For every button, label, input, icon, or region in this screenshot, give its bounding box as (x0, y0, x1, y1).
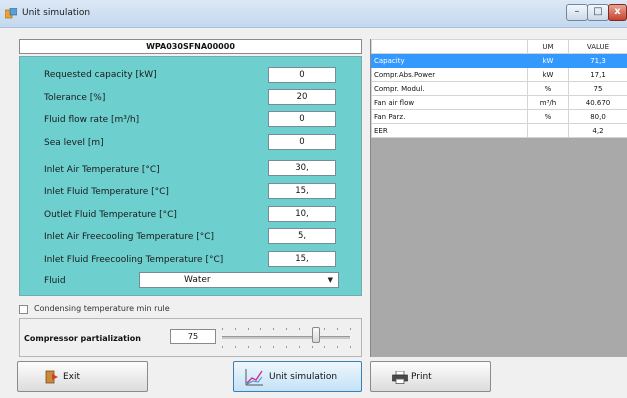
slider-tick (247, 328, 249, 330)
result-um: kW (527, 53, 569, 68)
results-header-row: UM VALUE (371, 39, 627, 54)
condensing-rule-label: Condensing temperature min rule (34, 304, 170, 313)
result-name: Fan air flow (371, 95, 528, 110)
fluid-selected-value: Water (184, 275, 211, 285)
result-value: 4,2 (568, 123, 627, 138)
close-button[interactable]: x (608, 4, 627, 21)
printer-icon (392, 371, 408, 384)
fluid-flow-rate-label: Fluid flow rate [m³/h] (44, 115, 140, 125)
minimize-button[interactable]: – (566, 4, 588, 21)
inlet-air-temperature-input[interactable]: 30, (268, 160, 336, 176)
inlet-fluid-freecooling-temperature-label: Inlet Fluid Freecooling Temperature [°C] (44, 255, 224, 265)
slider-tick (286, 328, 287, 330)
slider-tick (234, 328, 236, 330)
inlet-fluid-temperature-input[interactable]: 15, (268, 183, 336, 199)
title-bar: Unit simulation – □ x (0, 0, 627, 28)
slider-tick (298, 328, 300, 330)
outlet-fluid-temperature-input[interactable]: 10, (268, 206, 336, 222)
table-row[interactable]: Compr.Abs.Power kW 17,1 (371, 67, 627, 82)
slider-tick (311, 346, 313, 348)
slider-tick (324, 346, 326, 348)
slider-tick (247, 346, 249, 348)
slider-tick (298, 346, 300, 348)
slider-tick (286, 346, 287, 348)
compressor-partialization-input[interactable]: 75 (170, 329, 216, 344)
slider-tick (350, 328, 351, 330)
slider-tick (337, 346, 339, 348)
results-header-um: UM (527, 39, 569, 54)
result-um: m³/h (527, 95, 569, 110)
slider-tick (234, 346, 236, 348)
result-um: kW (527, 67, 569, 82)
slider-tick (324, 328, 326, 330)
inlet-air-freecooling-temperature-label: Inlet Air Freecooling Temperature [°C] (44, 232, 215, 242)
requested-capacity-input[interactable]: 0 (268, 67, 336, 83)
result-value: 17,1 (568, 67, 627, 82)
slider-tick (222, 346, 223, 348)
requested-capacity-label: Requested capacity [kW] (44, 70, 157, 80)
table-row[interactable]: Fan air flow m³/h 40.670 (371, 95, 627, 110)
window-title: Unit simulation (22, 8, 91, 18)
results-table: UM VALUE Capacity kW 71,3 Compr.Abs.Powe… (371, 39, 627, 138)
condensing-rule-checkbox[interactable] (19, 305, 28, 314)
tolerance-input[interactable]: 20 (268, 89, 336, 105)
tolerance-label: Tolerance [%] (44, 93, 106, 103)
result-name: Compr.Abs.Power (371, 67, 528, 82)
sea-level-input[interactable]: 0 (268, 134, 336, 150)
table-row[interactable]: Fan Parz. % 80,0 (371, 109, 627, 124)
parameters-panel: Requested capacity [kW] 0 Tolerance [%] … (19, 56, 362, 296)
result-value: 71,3 (568, 53, 627, 68)
slider-tick (222, 328, 223, 330)
unit-simulation-button-label: Unit simulation (269, 372, 338, 382)
slider-tick (260, 346, 262, 348)
compressor-partialization-group: Compressor partialization 75 (19, 318, 362, 357)
results-header-name (371, 39, 528, 54)
maximize-button[interactable]: □ (587, 4, 609, 21)
fluid-select[interactable]: Water ▼ (139, 272, 339, 288)
results-header-value: VALUE (568, 39, 627, 54)
table-row[interactable]: Compr. Modul. % 75 (371, 81, 627, 96)
exit-button-label: Exit (63, 372, 81, 382)
compressor-partialization-label: Compressor partialization (24, 334, 141, 343)
unit-simulation-button[interactable]: Unit simulation (233, 361, 362, 392)
sea-level-label: Sea level [m] (44, 138, 104, 148)
chart-icon (245, 369, 263, 386)
result-um: % (527, 81, 569, 96)
result-name: Fan Parz. (371, 109, 528, 124)
model-code: WPA030SFNA00000 (19, 39, 362, 54)
result-value: 40.670 (568, 95, 627, 110)
slider-tick (260, 328, 262, 330)
result-name: Compr. Modul. (371, 81, 528, 96)
table-row[interactable]: Capacity kW 71,3 (371, 53, 627, 68)
print-button[interactable]: Print (370, 361, 491, 392)
compressor-slider-track[interactable] (222, 336, 350, 339)
inlet-fluid-temperature-label: Inlet Fluid Temperature [°C] (44, 187, 169, 197)
results-panel: UM VALUE Capacity kW 71,3 Compr.Abs.Powe… (370, 39, 627, 357)
table-row[interactable]: EER 4,2 (371, 123, 627, 138)
result-name: Capacity (371, 53, 528, 68)
result-value: 75 (568, 81, 627, 96)
fluid-label: Fluid (44, 276, 66, 286)
result-um: % (527, 109, 569, 124)
app-icon (5, 8, 17, 19)
condensing-rule-row: Condensing temperature min rule (19, 303, 362, 317)
outlet-fluid-temperature-label: Outlet Fluid Temperature [°C] (44, 210, 177, 220)
result-name: EER (371, 123, 528, 138)
exit-button[interactable]: Exit (17, 361, 148, 392)
slider-tick (273, 346, 275, 348)
inlet-air-temperature-label: Inlet Air Temperature [°C] (44, 165, 160, 175)
dropdown-arrow-icon[interactable]: ▼ (328, 273, 333, 287)
slider-tick (337, 328, 339, 330)
inlet-fluid-freecooling-temperature-input[interactable]: 15, (268, 251, 336, 267)
inlet-air-freecooling-temperature-input[interactable]: 5, (268, 228, 336, 244)
result-value: 80,0 (568, 109, 627, 124)
fluid-flow-rate-input[interactable]: 0 (268, 111, 336, 127)
result-um (527, 123, 569, 138)
slider-tick (273, 328, 275, 330)
print-button-label: Print (411, 372, 432, 382)
compressor-slider-thumb[interactable] (312, 327, 320, 343)
exit-icon (45, 370, 58, 384)
slider-tick (350, 346, 351, 348)
